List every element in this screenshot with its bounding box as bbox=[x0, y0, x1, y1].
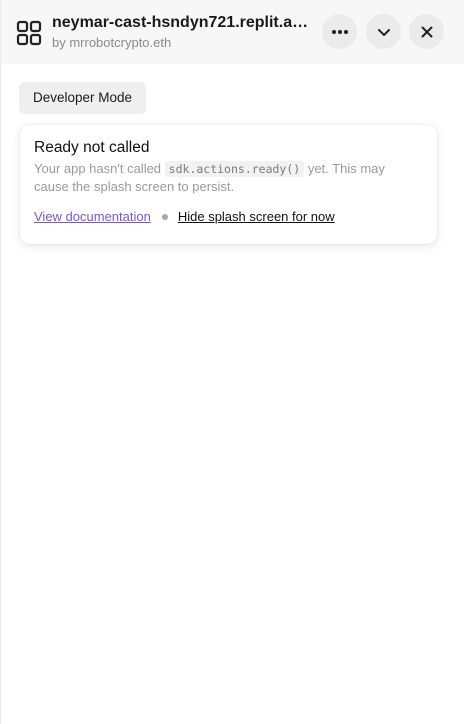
notice-body: Your app hasn't called sdk.actions.ready… bbox=[34, 160, 419, 196]
notice-actions: View documentation Hide splash screen fo… bbox=[34, 209, 335, 224]
separator-dot bbox=[161, 213, 168, 220]
app-header: neymar-cast-hsndyn721.replit.ap... by mr… bbox=[1, 0, 464, 64]
apps-grid-icon bbox=[16, 20, 42, 46]
miniapp-frame: neymar-cast-hsndyn721.replit.ap... by mr… bbox=[0, 0, 464, 724]
developer-mode-button[interactable]: Developer Mode bbox=[19, 82, 147, 114]
notice-title: Ready not called bbox=[34, 139, 150, 156]
more-options-button[interactable] bbox=[322, 14, 357, 49]
notice-code-snippet: sdk.actions.ready() bbox=[164, 161, 305, 177]
hide-splash-screen-link[interactable]: Hide splash screen for now bbox=[178, 209, 335, 224]
close-icon bbox=[421, 26, 432, 37]
app-title: neymar-cast-hsndyn721.replit.ap... bbox=[52, 14, 314, 31]
collapse-button[interactable] bbox=[366, 14, 401, 49]
notice-body-prefix: Your app hasn't called bbox=[34, 161, 165, 176]
more-horizontal-icon bbox=[331, 29, 348, 34]
app-author: by mrrobotcrypto.eth bbox=[52, 35, 172, 50]
ready-not-called-notice: Ready not called Your app hasn't called … bbox=[20, 125, 437, 244]
chevron-down-icon bbox=[377, 28, 390, 36]
close-button[interactable] bbox=[409, 14, 444, 49]
view-documentation-link[interactable]: View documentation bbox=[34, 209, 151, 224]
